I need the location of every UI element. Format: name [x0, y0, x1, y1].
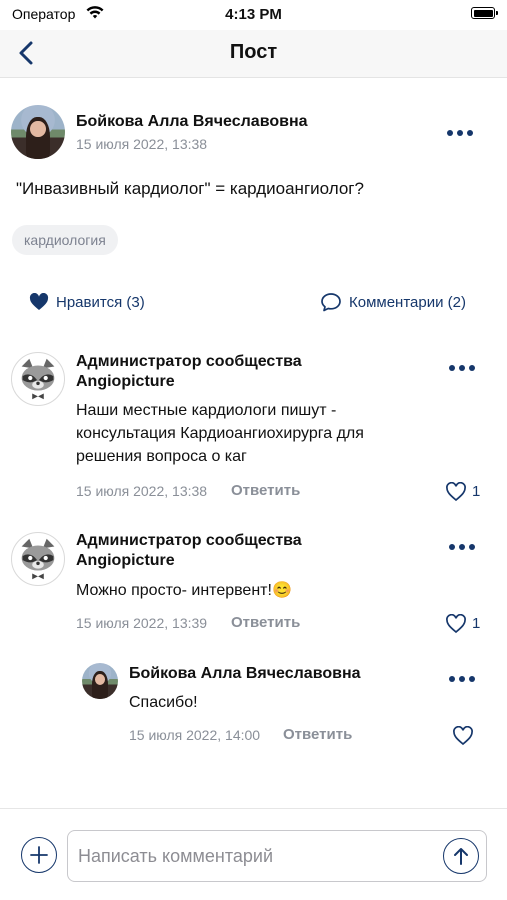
reply-button[interactable]: Ответить: [283, 726, 352, 743]
comment-field[interactable]: [67, 830, 487, 882]
like-button[interactable]: Нравится (3): [56, 294, 145, 311]
comment-icon[interactable]: [320, 292, 342, 312]
comment-like-count: 1: [472, 483, 481, 500]
comment-text-line: Наши местные кардиологи пишут -: [76, 402, 337, 419]
status-bar: Оператор 4:13 PM: [0, 0, 507, 30]
reply-button[interactable]: Ответить: [231, 482, 300, 499]
comment-author-line: Администратор сообщества: [76, 353, 302, 370]
battery-icon: [471, 7, 498, 19]
raccoon-icon: [21, 358, 55, 400]
post-author-avatar[interactable]: [11, 105, 65, 159]
arrow-up-icon: [453, 847, 468, 865]
comment-input[interactable]: [78, 831, 438, 881]
avatar-face: [30, 121, 46, 138]
post-author-name[interactable]: Бойкова Алла Вячеславовна: [76, 112, 308, 132]
comment-author-line: Администратор сообщества: [76, 532, 302, 549]
plus-icon: [29, 845, 48, 864]
comment-more-icon[interactable]: [449, 363, 477, 373]
comment-text: Наши местные кардиологи пишут - консульт…: [76, 399, 364, 468]
avatar-face: [94, 673, 106, 685]
post-text: "Инвазивный кардиолог" = кардиоангиолог?: [16, 179, 364, 198]
page-title: Пост: [229, 41, 278, 63]
comment-date: 15 июля 2022, 13:39: [76, 615, 208, 631]
comment-author-name[interactable]: Администратор сообщества Angiopicture: [76, 352, 302, 392]
heart-outline-icon[interactable]: [445, 614, 467, 634]
comment-date: 15 июля 2022, 13:38: [76, 483, 208, 499]
add-attachment-button[interactable]: [21, 837, 57, 873]
comment-more-icon[interactable]: [449, 542, 477, 552]
comment-text-line: консультация Кардиоангиохирурга для: [76, 425, 364, 442]
comment-author-name[interactable]: Администратор сообщества Angiopicture: [76, 531, 302, 571]
comment-author-avatar[interactable]: [11, 532, 65, 586]
comment-composer: [0, 808, 507, 900]
reply-date: 15 июля 2022, 14:00: [129, 727, 261, 743]
reply-button[interactable]: Ответить: [231, 614, 300, 631]
heart-filled-icon[interactable]: [29, 293, 49, 311]
post-tag[interactable]: кардиология: [12, 225, 118, 255]
comment-author-line: Angiopicture: [76, 373, 175, 390]
reply-author-name[interactable]: Бойкова Алла Вячеславовна: [129, 664, 361, 684]
post-date: 15 июля 2022, 13:38: [76, 136, 208, 152]
comments-button[interactable]: Комментарии (2): [349, 294, 466, 311]
reply-author-avatar[interactable]: [82, 663, 118, 699]
navigation-bar: Пост: [0, 30, 507, 78]
comment-author-line: Angiopicture: [76, 552, 175, 569]
reply-more-icon[interactable]: [449, 674, 477, 684]
clock: 4:13 PM: [225, 6, 282, 23]
raccoon-icon: [21, 538, 55, 580]
reply-text: Спасибо!: [129, 694, 198, 711]
heart-outline-icon[interactable]: [452, 726, 474, 746]
post-more-icon[interactable]: [447, 128, 475, 138]
heart-outline-icon[interactable]: [445, 482, 467, 502]
comment-text-line: решения вопроса о каг: [76, 448, 247, 465]
send-button[interactable]: [443, 838, 479, 874]
comment-text: Можно просто- интервент!😊: [76, 582, 292, 599]
comment-like-count: 1: [472, 615, 481, 632]
comment-author-avatar[interactable]: [11, 352, 65, 406]
